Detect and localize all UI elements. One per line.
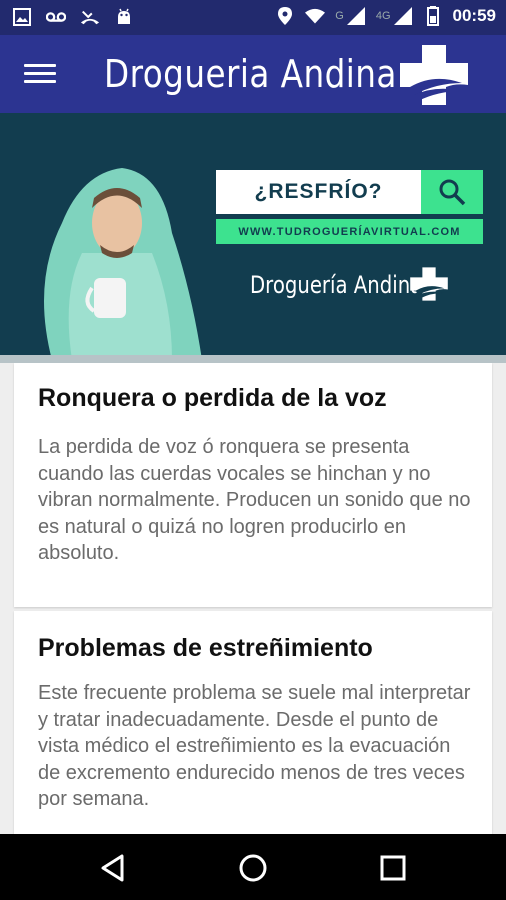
signal-icon <box>346 6 366 26</box>
person-blanket-image <box>44 168 202 360</box>
signal-icon <box>393 6 413 26</box>
article-list[interactable]: Ronquera o perdida de la voz La perdida … <box>0 363 506 834</box>
navigation-bar <box>0 834 506 900</box>
wifi-icon <box>305 6 326 26</box>
voicemail-icon <box>46 7 66 27</box>
app-bar: Drogueria Andina <box>0 35 506 113</box>
location-icon <box>275 6 295 26</box>
banner-divider <box>0 355 506 363</box>
network-4g-label: 4G <box>375 10 391 22</box>
missed-call-icon <box>80 7 100 27</box>
search-icon[interactable] <box>421 170 483 214</box>
cross-logo-icon <box>400 45 468 105</box>
cross-logo-icon <box>410 267 448 301</box>
home-icon[interactable] <box>237 852 269 884</box>
article-card[interactable]: Problemas de estreñimiento Este frecuent… <box>14 611 492 834</box>
promo-banner[interactable]: ¿RESFRÍO? WWW.TUDROGUERÍAVIRTUAL.COM Dro… <box>0 113 506 360</box>
status-time: 00:59 <box>452 6 496 25</box>
article-body: La perdida de voz ó ronquera se presenta… <box>38 436 471 564</box>
article-body: Este frecuente problema se suele mal int… <box>38 682 471 810</box>
android-icon <box>114 7 134 27</box>
search-cold-field[interactable]: ¿RESFRÍO? <box>216 170 421 214</box>
banner-brand: Droguería Andina <box>250 271 423 299</box>
image-icon <box>12 7 32 27</box>
network-g-label: G <box>335 10 344 22</box>
back-icon[interactable] <box>98 852 130 884</box>
status-bar: G 4G 00:59 <box>0 0 506 35</box>
battery-icon <box>423 6 443 26</box>
recents-icon[interactable] <box>377 852 409 884</box>
article-title: Problemas de estreñimiento <box>38 634 373 662</box>
website-url: WWW.TUDROGUERÍAVIRTUAL.COM <box>216 219 483 244</box>
article-title: Ronquera o perdida de la voz <box>38 384 387 412</box>
hamburger-menu-icon[interactable] <box>22 59 58 89</box>
article-card[interactable]: Ronquera o perdida de la voz La perdida … <box>14 363 492 607</box>
app-title: Drogueria Andina <box>104 52 397 96</box>
